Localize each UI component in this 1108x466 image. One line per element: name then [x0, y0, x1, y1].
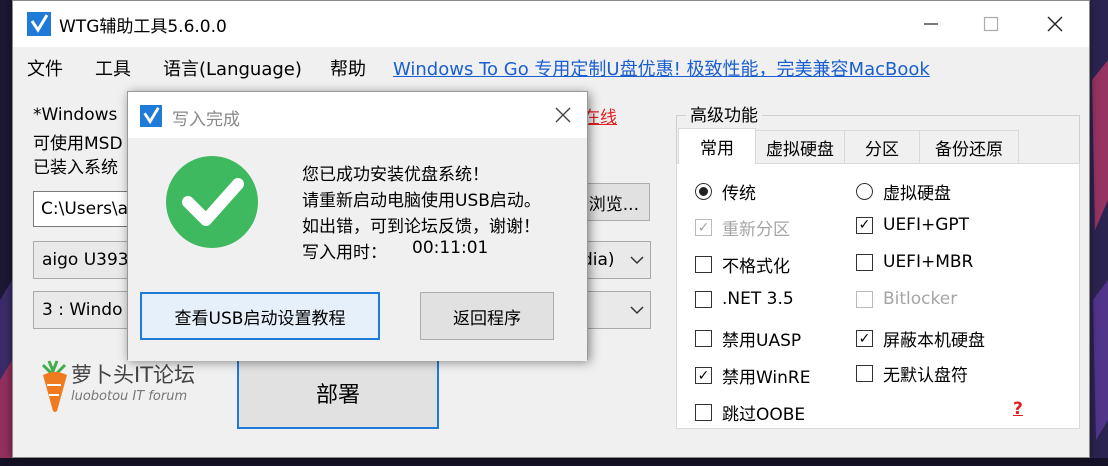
checkbox-indicator	[856, 253, 873, 271]
checkbox-indicator	[695, 290, 712, 308]
write-complete-dialog: 写入完成 您已成功安装优盘系统！ 请重新启动电脑使用USB启动。 如出错，可到论…	[127, 91, 588, 361]
checkbox-uefi-mbr[interactable]: UEFI+MBR	[856, 252, 973, 272]
menu-help[interactable]: 帮助	[330, 55, 366, 81]
checkbox-bitlocker: Bitlocker	[856, 289, 957, 309]
forum-subtitle: luobotou IT forum	[71, 389, 188, 404]
close-icon	[1047, 16, 1063, 32]
checkbox-disable-winre-label: 禁用WinRE	[722, 368, 811, 388]
maximize-icon	[983, 16, 999, 32]
write-time-label: 写入用时：	[302, 243, 387, 263]
checkbox-skip-oobe[interactable]: 跳过OOBE	[695, 400, 805, 425]
checkbox-indicator	[695, 404, 712, 421]
menu-bar: 文件 工具 语言(Language) 帮助 Windows To Go 专用定制…	[13, 47, 1089, 87]
window-title: WTG辅助工具5.6.0.0	[59, 17, 227, 37]
checkbox-no-format-label: 不格式化	[722, 257, 790, 277]
radio-legacy[interactable]: 传统	[695, 179, 756, 204]
carrot-logo-icon	[41, 360, 67, 412]
checkbox-repartition: ✓ 重新分区	[695, 215, 790, 240]
chevron-down-icon	[630, 256, 644, 265]
tab-partition[interactable]: 分区	[844, 130, 920, 164]
checkbox-indicator: ✓	[695, 219, 712, 236]
app-logo-icon	[140, 105, 162, 127]
dialog-body: 您已成功安装优盘系统！ 请重新启动电脑使用USB启动。 如出错，可到论坛反馈，谢…	[128, 138, 587, 361]
checkbox-indicator: ✓	[695, 367, 712, 384]
info-line-3: 已装入系统	[33, 158, 118, 178]
close-icon	[555, 107, 571, 123]
maximize-button[interactable]	[959, 1, 1023, 47]
radio-virtual-disk[interactable]: 虚拟硬盘	[856, 179, 951, 204]
checkbox-uefi-gpt[interactable]: ✓ UEFI+GPT	[856, 215, 969, 235]
main-window: WTG辅助工具5.6.0.0 文件 工具 语言(Language) 帮助 Win…	[12, 0, 1090, 458]
write-time-value: 00:11:01	[412, 238, 489, 258]
success-check-icon	[166, 156, 258, 248]
promo-link[interactable]: Windows To Go 专用定制U盘优惠! 极致性能，完美兼容MacBook	[393, 55, 930, 81]
minimize-button[interactable]	[899, 1, 963, 47]
checkbox-skip-oobe-label: 跳过OOBE	[722, 405, 806, 425]
checkbox-indicator: ✓	[856, 216, 873, 234]
close-button[interactable]	[1023, 1, 1087, 47]
message-line-1: 您已成功安装优盘系统！	[302, 165, 489, 185]
chevron-down-icon	[630, 306, 644, 315]
checkbox-indicator	[856, 365, 873, 382]
radio-indicator	[856, 183, 873, 200]
radio-legacy-label: 传统	[722, 184, 756, 204]
checkbox-bitlocker-label: Bitlocker	[883, 289, 958, 309]
forum-name: 萝卜头IT论坛	[71, 363, 196, 387]
minimize-icon	[924, 23, 938, 25]
checkbox-indicator: ✓	[856, 330, 873, 347]
checkbox-indicator	[695, 256, 712, 273]
online-link[interactable]: 在线	[583, 103, 617, 128]
info-line-1: *Windows	[33, 105, 118, 125]
radio-indicator	[695, 183, 712, 200]
checkbox-indicator	[695, 330, 712, 347]
menu-language[interactable]: 语言(Language)	[163, 55, 302, 81]
checkbox-indicator	[856, 290, 873, 308]
radio-virtual-disk-label: 虚拟硬盘	[883, 184, 951, 204]
message-line-3: 如出错，可到论坛反馈，谢谢！	[302, 217, 540, 237]
menu-file[interactable]: 文件	[27, 55, 63, 81]
advanced-group-title: 高级功能	[686, 101, 762, 126]
title-bar[interactable]: WTG辅助工具5.6.0.0	[13, 1, 1089, 47]
checkbox-uefi-mbr-label: UEFI+MBR	[883, 252, 974, 272]
help-link[interactable]: ?	[1013, 399, 1023, 419]
checkbox-disable-uasp-label: 禁用UASP	[722, 331, 802, 351]
app-logo-icon	[27, 12, 51, 36]
dialog-title: 写入完成	[172, 110, 240, 130]
checkbox-disable-uasp[interactable]: 禁用UASP	[695, 326, 801, 351]
checkbox-disable-winre[interactable]: ✓ 禁用WinRE	[695, 363, 811, 388]
checkbox-no-default-letter[interactable]: 无默认盘符	[856, 361, 968, 386]
deploy-button[interactable]: 部署	[237, 357, 439, 429]
checkbox-block-local-disk-label: 屏蔽本机硬盘	[883, 331, 985, 351]
menu-tools[interactable]: 工具	[95, 55, 131, 81]
info-line-2: 可使用MSD	[33, 134, 123, 154]
tab-common[interactable]: 常用	[678, 128, 756, 164]
usb-boot-tutorial-button[interactable]: 查看USB启动设置教程	[140, 292, 380, 340]
checkbox-repartition-label: 重新分区	[722, 220, 790, 240]
dialog-close-button[interactable]	[547, 100, 579, 130]
checkbox-no-default-letter-label: 无默认盘符	[883, 366, 968, 386]
message-line-2: 请重新启动电脑使用USB启动。	[302, 191, 541, 211]
dialog-title-bar[interactable]: 写入完成	[128, 92, 587, 138]
tab-backup-restore[interactable]: 备份还原	[919, 130, 1019, 164]
tab-virtual-disk[interactable]: 虚拟硬盘	[755, 130, 845, 164]
return-button[interactable]: 返回程序	[420, 292, 554, 340]
checkbox-dotnet35[interactable]: .NET 3.5	[695, 289, 794, 309]
checkbox-no-format[interactable]: 不格式化	[695, 252, 790, 277]
checkbox-uefi-gpt-label: UEFI+GPT	[883, 215, 970, 235]
checkbox-dotnet35-label: .NET 3.5	[722, 289, 794, 309]
checkbox-block-local-disk[interactable]: ✓ 屏蔽本机硬盘	[856, 326, 985, 351]
